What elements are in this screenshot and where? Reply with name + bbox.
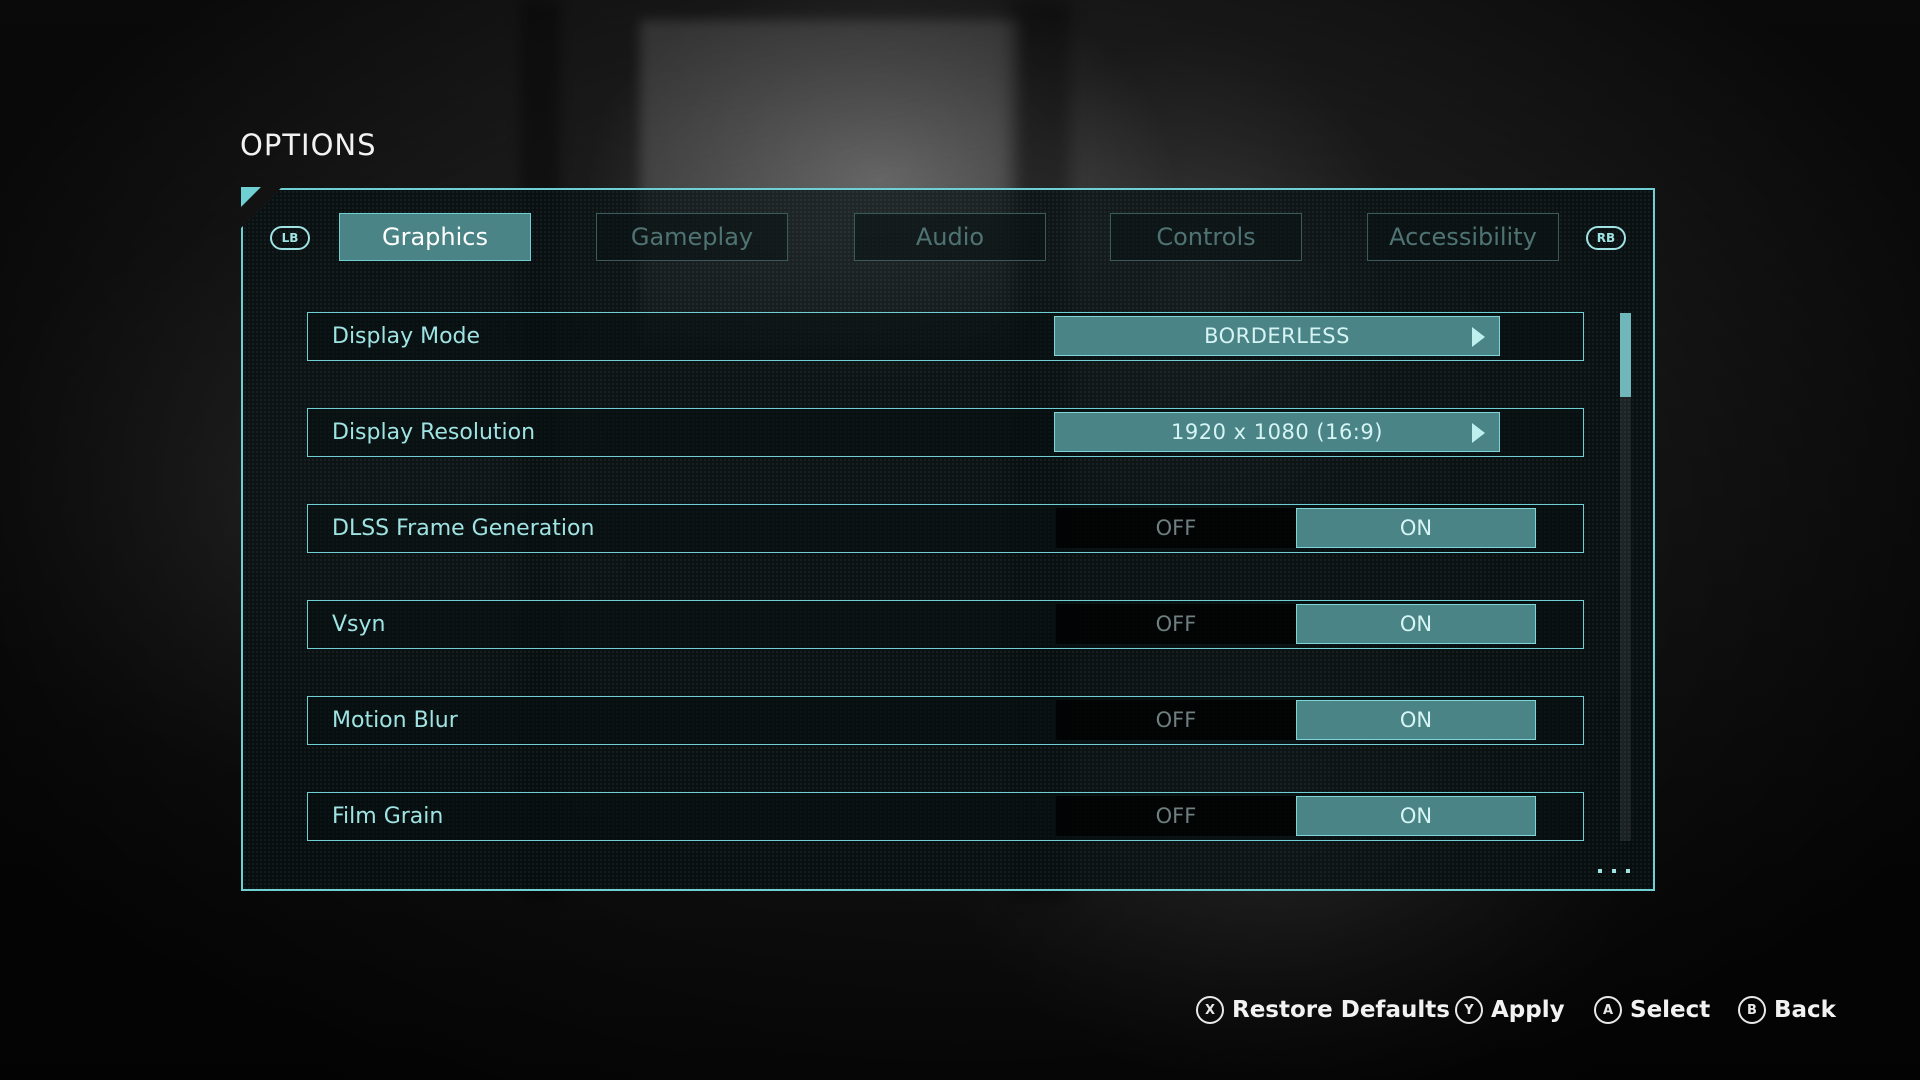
setting-row-display-mode[interactable]: Display Mode BORDERLESS	[307, 312, 1584, 361]
footer-label: Back	[1774, 997, 1836, 1023]
tab-gameplay[interactable]: Gameplay	[596, 213, 788, 261]
panel-corner-accent	[241, 187, 261, 207]
display-mode-selector[interactable]: BORDERLESS	[1054, 316, 1500, 356]
tab-graphics[interactable]: Graphics	[339, 213, 531, 261]
setting-row-vsync[interactable]: Vsyn OFF ON	[307, 600, 1584, 649]
y-button-icon: Y	[1455, 996, 1483, 1024]
setting-row-film-grain[interactable]: Film Grain OFF ON	[307, 792, 1584, 841]
toggle-on-option[interactable]: ON	[1296, 796, 1536, 836]
toggle-off-option[interactable]: OFF	[1056, 604, 1296, 644]
setting-label: Display Mode	[332, 323, 481, 349]
display-resolution-selector[interactable]: 1920 x 1080 (16:9)	[1054, 412, 1500, 452]
footer-label: Apply	[1491, 997, 1565, 1023]
toggle-on-option[interactable]: ON	[1296, 508, 1536, 548]
tab-controls[interactable]: Controls	[1110, 213, 1302, 261]
toggle-on-option[interactable]: ON	[1296, 700, 1536, 740]
lb-bumper-icon[interactable]: LB	[270, 226, 310, 250]
footer-back[interactable]: B Back	[1738, 990, 1836, 1030]
arrow-right-icon[interactable]	[1472, 327, 1485, 347]
setting-row-motion-blur[interactable]: Motion Blur OFF ON	[307, 696, 1584, 745]
setting-label: Film Grain	[332, 803, 444, 829]
selector-value: 1920 x 1080 (16:9)	[1171, 420, 1383, 444]
footer-apply[interactable]: Y Apply	[1455, 990, 1565, 1030]
toggle-on-option[interactable]: ON	[1296, 604, 1536, 644]
setting-row-dlss-frame-generation[interactable]: DLSS Frame Generation OFF ON	[307, 504, 1584, 553]
tab-accessibility[interactable]: Accessibility	[1367, 213, 1559, 261]
a-button-icon: A	[1594, 996, 1622, 1024]
footer-restore-defaults[interactable]: X Restore Defaults	[1196, 990, 1450, 1030]
setting-row-display-resolution[interactable]: Display Resolution 1920 x 1080 (16:9)	[307, 408, 1584, 457]
rb-bumper-icon[interactable]: RB	[1586, 226, 1626, 250]
x-button-icon: X	[1196, 996, 1224, 1024]
scrollbar-thumb[interactable]	[1620, 313, 1631, 397]
page-title: OPTIONS	[240, 128, 377, 162]
setting-label: Motion Blur	[332, 707, 458, 733]
settings-scrollbar[interactable]	[1620, 313, 1631, 841]
more-indicator-icon	[1598, 866, 1640, 876]
setting-label: DLSS Frame Generation	[332, 515, 595, 541]
toggle-off-option[interactable]: OFF	[1056, 700, 1296, 740]
toggle-off-option[interactable]: OFF	[1056, 796, 1296, 836]
setting-label: Display Resolution	[332, 419, 536, 445]
arrow-right-icon[interactable]	[1472, 423, 1485, 443]
tab-audio[interactable]: Audio	[854, 213, 1046, 261]
footer-label: Select	[1630, 997, 1711, 1023]
selector-value: BORDERLESS	[1204, 324, 1350, 348]
footer-select[interactable]: A Select	[1594, 990, 1710, 1030]
toggle-off-option[interactable]: OFF	[1056, 508, 1296, 548]
footer-label: Restore Defaults	[1232, 997, 1450, 1023]
b-button-icon: B	[1738, 996, 1766, 1024]
setting-label: Vsyn	[332, 611, 386, 637]
